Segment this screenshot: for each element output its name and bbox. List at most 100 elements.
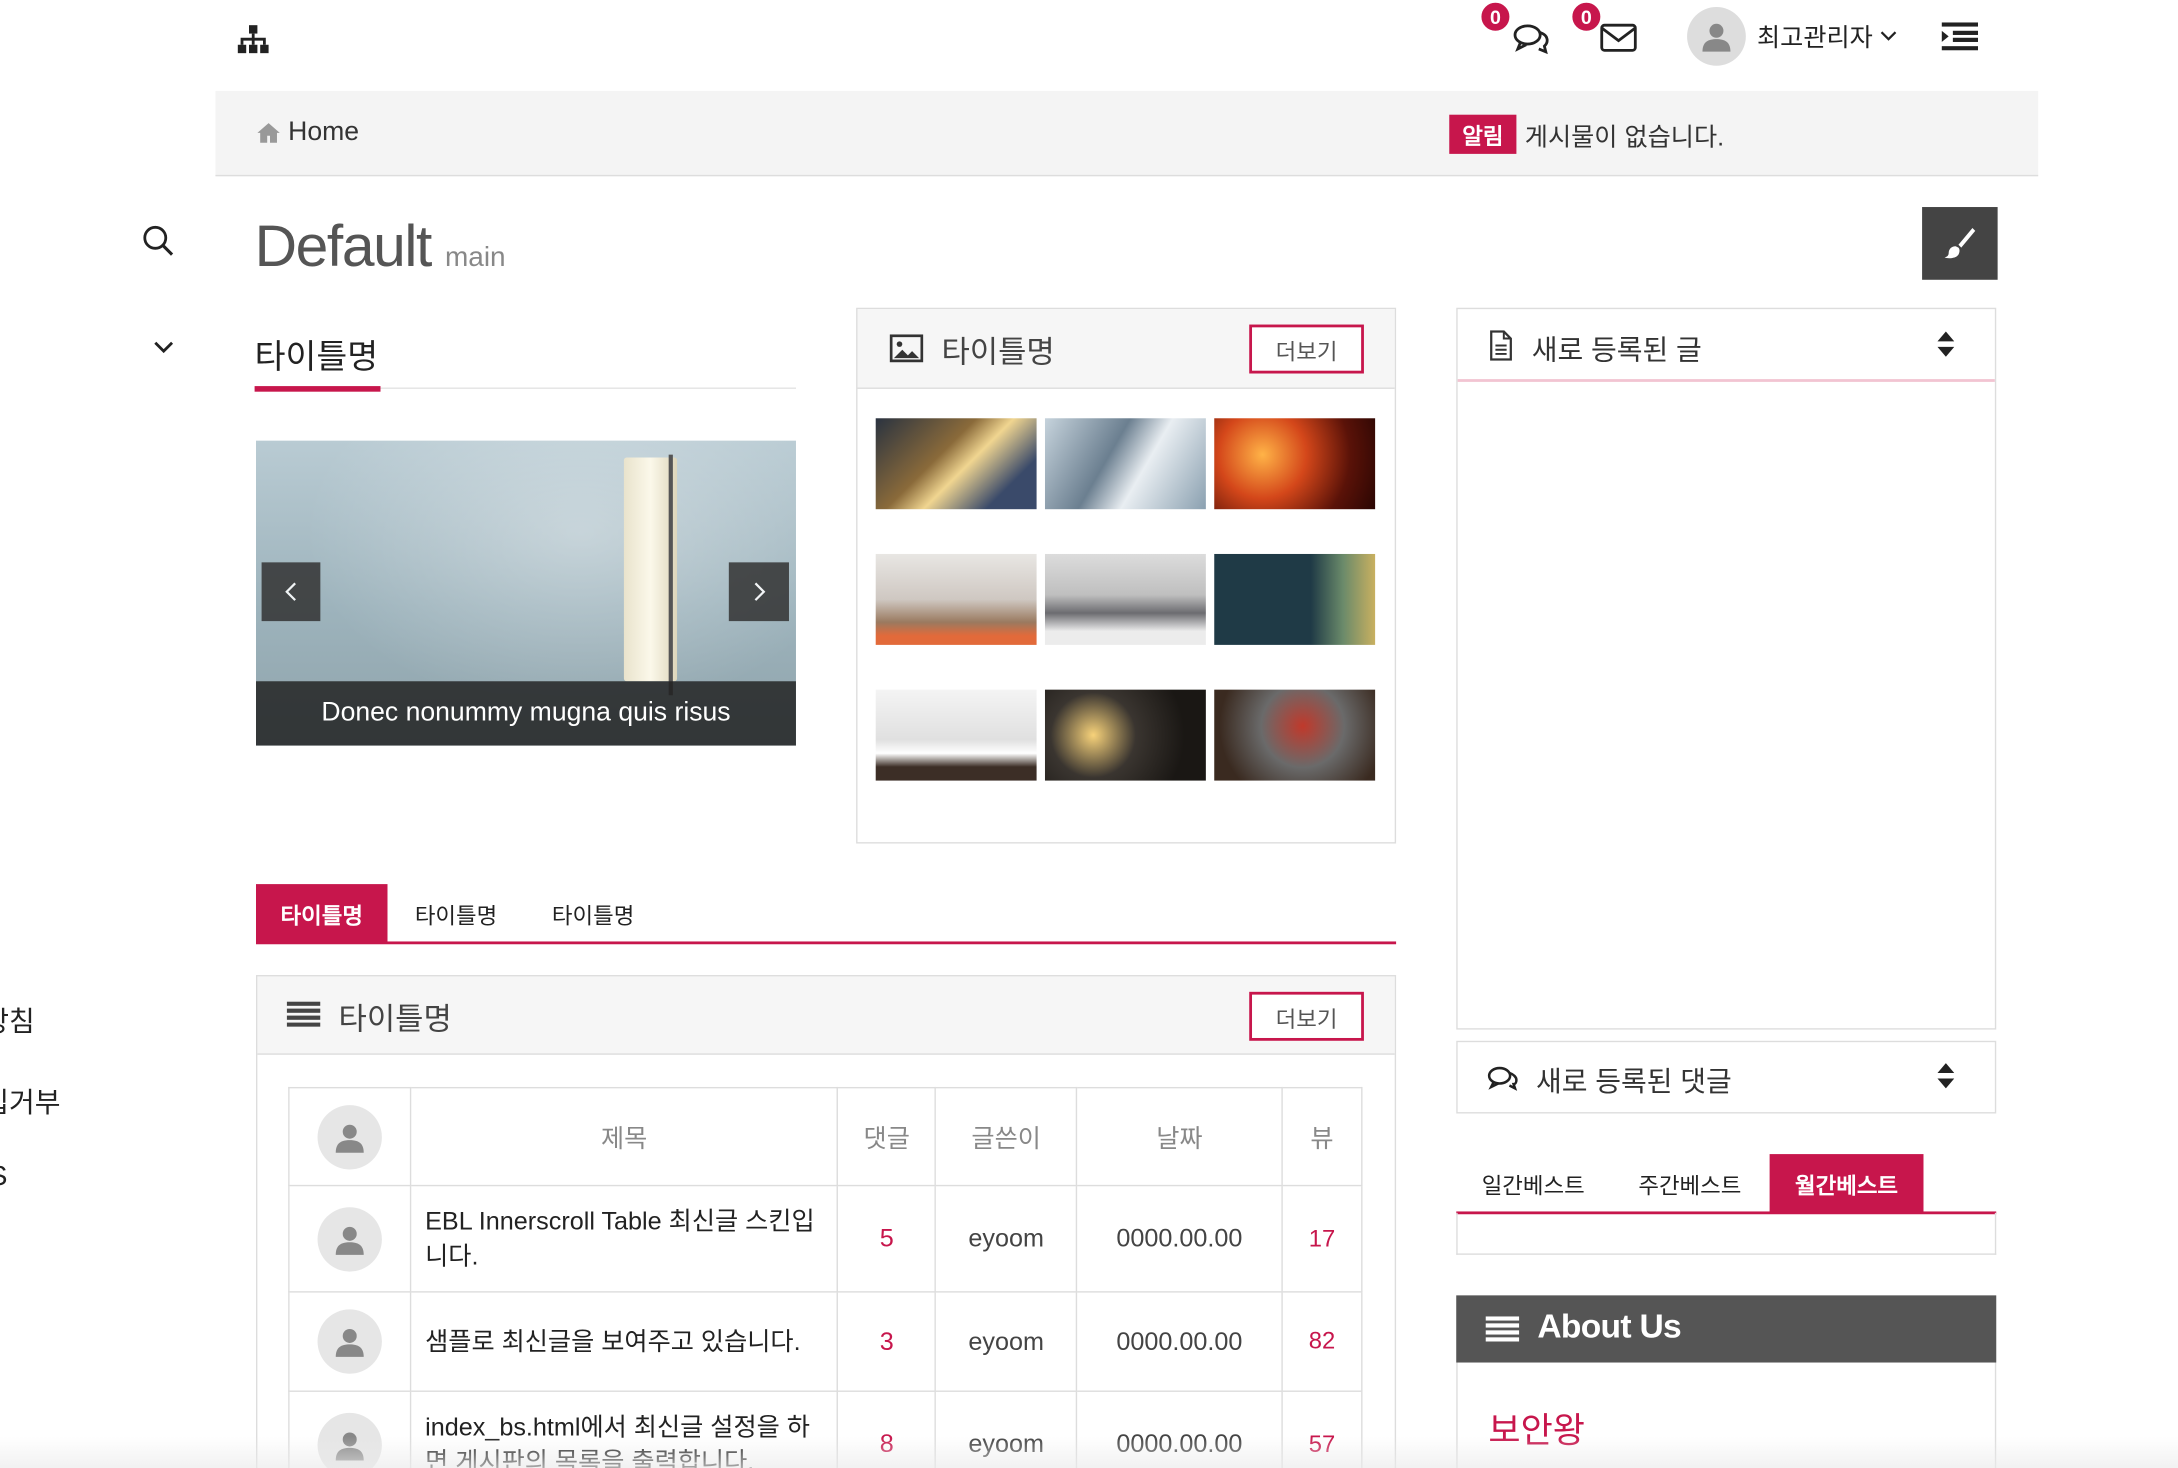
- slider-prev-button[interactable]: [261, 562, 321, 622]
- slide-caption: Donec nonummy mugna quis risus: [255, 681, 796, 746]
- new-posts-title: 새로 등록된 글: [1531, 335, 1702, 367]
- table-row[interactable]: EBL Innerscroll Table 최신글 스킨입니다. 5 eyoom…: [288, 1184, 1363, 1293]
- post-views: 82: [1281, 1291, 1363, 1392]
- gallery-thumbnail[interactable]: [1044, 553, 1206, 645]
- slider-next-button[interactable]: [728, 562, 789, 622]
- list-icon: [285, 1000, 321, 1028]
- gallery-thumbnail[interactable]: [1214, 689, 1376, 781]
- gallery-thumbnail[interactable]: [875, 689, 1037, 781]
- tab-1[interactable]: 타이틀명: [255, 884, 388, 943]
- post-title-link[interactable]: EBL Innerscroll Table 최신글 스킨입니다.: [409, 1184, 839, 1293]
- post-comments: 5: [837, 1184, 937, 1293]
- gallery-thumbnail[interactable]: [1214, 553, 1376, 645]
- mail-button[interactable]: 0: [1569, 0, 1645, 62]
- column-header-author: 글쓴이: [934, 1086, 1078, 1187]
- chat-button[interactable]: 0: [1478, 0, 1555, 62]
- gallery-title: 타이틀명: [941, 334, 1055, 370]
- chevron-right-icon: [753, 582, 765, 601]
- sidebar-item[interactable]: 집거부: [0, 1080, 60, 1121]
- post-date: 0000.00.00: [1076, 1184, 1283, 1293]
- column-header-views: 뷰: [1281, 1086, 1363, 1187]
- sort-icon[interactable]: [1933, 329, 1958, 360]
- avatar: [317, 1104, 382, 1169]
- list-icon: [1484, 1315, 1520, 1343]
- gallery-more-button[interactable]: 더보기: [1249, 324, 1364, 374]
- avatar: [317, 1309, 382, 1374]
- mail-count-badge: 0: [1569, 0, 1604, 34]
- tab-weekly-best[interactable]: 주간베스트: [1613, 1155, 1767, 1211]
- latest-posts-header: 타이틀명 더보기: [257, 976, 1395, 1055]
- home-label: Home: [288, 117, 360, 147]
- row-avatar-cell: [288, 1291, 412, 1392]
- about-us-title: About Us: [1537, 1307, 1681, 1346]
- avatar: [1687, 6, 1746, 66]
- sidebar-item[interactable]: S: [0, 1161, 7, 1193]
- sitemap-icon[interactable]: [232, 20, 274, 59]
- page-subtitle: main: [444, 242, 506, 273]
- slider-title-accent: [254, 386, 381, 392]
- bottom-fade: [0, 1436, 2178, 1468]
- notice-badge: 알림: [1449, 114, 1517, 154]
- gallery-thumbnail[interactable]: [875, 553, 1037, 645]
- user-menu[interactable]: 최고관리자: [1687, 6, 1911, 68]
- tab-daily-best[interactable]: 일간베스트: [1456, 1155, 1610, 1211]
- gallery-thumbnail[interactable]: [1044, 689, 1206, 781]
- gallery-panel-header: 타이틀명 더보기: [857, 309, 1395, 389]
- chat-icon: [1511, 20, 1553, 56]
- new-comments-title: 새로 등록된 댓글: [1535, 1067, 1732, 1099]
- latest-more-button[interactable]: 더보기: [1249, 991, 1364, 1041]
- chevron-left-icon: [285, 582, 296, 601]
- chevron-down-icon: [1878, 27, 1898, 47]
- image-slider[interactable]: Donec nonummy mugna quis risus: [255, 440, 796, 746]
- gallery-thumbnail[interactable]: [1214, 418, 1376, 510]
- tab-2[interactable]: 타이틀명: [394, 884, 517, 943]
- post-date: 0000.00.00: [1076, 1291, 1283, 1392]
- sidebar-item[interactable]: 방침: [0, 999, 35, 1040]
- about-us-header: About Us: [1456, 1295, 1997, 1363]
- gallery-panel: 타이틀명 더보기: [856, 307, 1397, 844]
- post-author: eyoom: [934, 1291, 1078, 1392]
- lamp-pole: [668, 454, 673, 696]
- theme-customizer-button[interactable]: [1922, 207, 1998, 280]
- document-icon: [1486, 329, 1517, 363]
- page-title-text: Default: [254, 212, 433, 279]
- comments-icon: [1486, 1062, 1522, 1096]
- chevron-down-icon[interactable]: [148, 333, 179, 361]
- sort-icon[interactable]: [1933, 1060, 1958, 1091]
- column-header-date: 날짜: [1076, 1086, 1283, 1187]
- post-title-link[interactable]: 샘플로 최신글을 보여주고 있습니다.: [409, 1291, 839, 1392]
- post-author: eyoom: [934, 1184, 1078, 1293]
- notice-text[interactable]: 게시물이 없습니다.: [1525, 118, 1724, 154]
- tab-3[interactable]: 타이틀명: [532, 884, 655, 943]
- gallery-thumbnail[interactable]: [1044, 418, 1206, 510]
- new-posts-panel: 새로 등록된 글: [1456, 307, 1997, 1030]
- post-comments: 3: [837, 1291, 937, 1392]
- chat-count-badge: 0: [1478, 0, 1513, 34]
- home-icon: [255, 120, 283, 145]
- column-header-comments: 댓글: [837, 1086, 937, 1187]
- new-comments-panel[interactable]: 새로 등록된 댓글: [1456, 1040, 1997, 1114]
- envelope-icon: [1598, 21, 1640, 55]
- best-tab-content: [1456, 1212, 1997, 1255]
- user-name: 최고관리자: [1757, 23, 1873, 52]
- post-views: 17: [1281, 1184, 1363, 1293]
- search-icon[interactable]: [138, 221, 177, 260]
- tab-monthly-best[interactable]: 월간베스트: [1769, 1154, 1924, 1213]
- home-link[interactable]: Home: [255, 116, 359, 150]
- table-row[interactable]: 샘플로 최신글을 보여주고 있습니다. 3 eyoom 0000.00.00 8…: [288, 1291, 1363, 1392]
- latest-posts-table: 제목 댓글 글쓴이 날짜 뷰 EBL Innerscroll Table 최신글…: [288, 1086, 1363, 1468]
- paint-brush-icon: [1942, 225, 1978, 261]
- avatar: [317, 1206, 382, 1271]
- row-avatar-cell: [288, 1184, 412, 1293]
- gallery-thumbnail[interactable]: [875, 418, 1037, 510]
- new-posts-header[interactable]: 새로 등록된 글: [1457, 309, 1995, 382]
- table-header-row: 제목 댓글 글쓴이 날짜 뷰: [288, 1086, 1363, 1187]
- latest-posts-title: 타이틀명: [338, 1001, 452, 1037]
- column-header-title: 제목: [409, 1086, 839, 1187]
- page-title: Default main: [255, 213, 506, 280]
- menu-toggle-icon[interactable]: [1939, 17, 1981, 56]
- slider-section-title: 타이틀명: [254, 338, 379, 377]
- avatar-column-header: [288, 1086, 412, 1187]
- image-icon: [888, 332, 924, 366]
- breadcrumb: Home 알림 게시물이 없습니다.: [215, 90, 2039, 177]
